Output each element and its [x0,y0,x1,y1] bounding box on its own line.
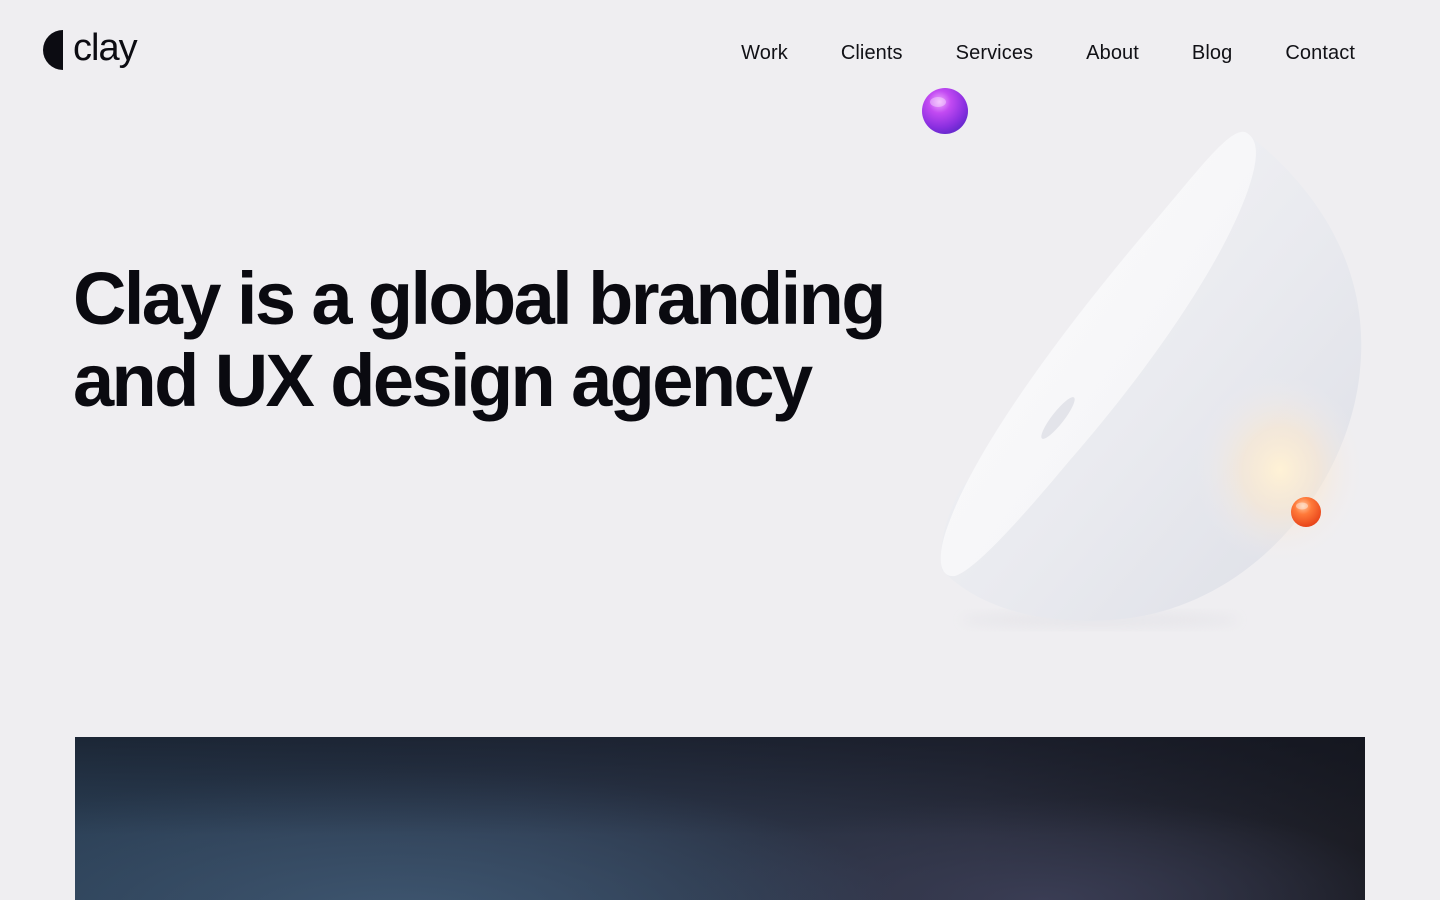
purple-sphere [922,88,968,134]
nav-item-contact[interactable]: Contact [1285,38,1355,68]
logo-wordmark: clay [73,27,138,69]
purple-sphere-highlight [930,97,946,107]
main-nav: Work Clients Services About Blog Contact [741,38,1355,68]
hero-title-line-2: and UX design agency [73,339,813,422]
hero-3d-illustration [922,88,1365,628]
half-circle-logo-icon [43,30,63,70]
nav-item-about[interactable]: About [1086,38,1139,68]
clay-logo-link[interactable]: clay [42,27,138,70]
page: clay Work Clients Services About Blog Co… [0,0,1440,900]
orange-sphere [1291,497,1321,527]
nav-item-work[interactable]: Work [741,38,788,68]
hero-title: Clay is a global branding and UX design … [73,258,933,422]
showreel-video[interactable] [75,737,1365,900]
orange-sphere-highlight [1296,502,1308,510]
nav-item-clients[interactable]: Clients [841,38,903,68]
nav-item-services[interactable]: Services [956,38,1034,68]
hero-title-line-1: Clay is a global branding [73,257,886,340]
bowl-glow [1195,375,1365,565]
nav-item-blog[interactable]: Blog [1192,38,1232,68]
